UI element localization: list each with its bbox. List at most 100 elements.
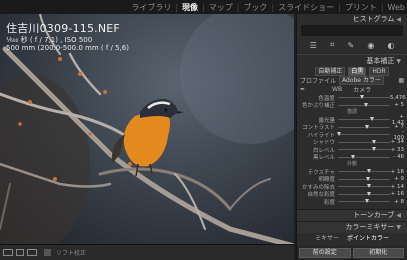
photo-filename: 住吉川0309-115.NEF xyxy=(6,22,120,35)
slider-row[interactable]: 黒レベル - 46 xyxy=(297,154,407,162)
wb-dropdown[interactable]: カメラ xyxy=(353,85,371,94)
reset-button[interactable]: 初期化 xyxy=(352,248,404,258)
slider-track[interactable] xyxy=(337,184,391,189)
slider-track[interactable] xyxy=(337,117,391,122)
slider-track[interactable] xyxy=(337,191,391,196)
slider-track[interactable] xyxy=(337,199,391,204)
slider-label: 黒レベル xyxy=(312,155,335,162)
module-1[interactable]: 現像 xyxy=(182,2,198,13)
mask-icon[interactable]: ◐ xyxy=(387,41,394,50)
basic-header[interactable]: 基本補正 ▼ xyxy=(297,56,407,67)
slider-track[interactable] xyxy=(337,132,391,137)
develop-panel: ヒストグラム ◀ ☰ ⌗ ✎ ◉ ◐ 基本補正 ▼ 自動補正 白黒 HDR プロファ… xyxy=(296,14,407,260)
slider-value[interactable]: + 14 xyxy=(390,184,404,190)
module-6[interactable]: Web xyxy=(388,3,405,12)
expand-triangle-icon: ▼ xyxy=(396,58,401,65)
slider-knob[interactable] xyxy=(366,184,371,189)
slider-knob[interactable] xyxy=(371,139,376,144)
profile-dropdown[interactable]: Adobe カラー xyxy=(339,76,384,85)
basic-title: 基本補正 xyxy=(366,57,395,65)
slider-knob[interactable] xyxy=(367,169,372,174)
slider-knob[interactable] xyxy=(367,191,372,196)
divider xyxy=(297,54,407,55)
color-mixer-title: カラーミキサー xyxy=(345,222,395,231)
slider-track[interactable] xyxy=(337,95,390,100)
slider-track[interactable] xyxy=(337,147,391,152)
slider-track[interactable] xyxy=(337,102,391,107)
tone-curve-title: トーンカーブ xyxy=(353,210,395,219)
module-3[interactable]: ブック xyxy=(243,2,267,13)
yy-compare-button[interactable] xyxy=(16,249,24,256)
redeye-icon[interactable]: ◉ xyxy=(367,41,374,50)
point-color-tab[interactable]: ポイントカラー xyxy=(347,233,389,242)
profile-row: プロファイル Adobe カラー ▦ xyxy=(297,76,407,85)
slider-knob[interactable] xyxy=(365,176,370,181)
slider-track[interactable] xyxy=(337,176,391,181)
slider-knob[interactable] xyxy=(337,132,342,137)
sliders-icon[interactable]: ☰ xyxy=(310,41,317,50)
module-5[interactable]: プリント xyxy=(345,2,377,13)
slider-value[interactable]: + 34 xyxy=(390,139,404,145)
collapse-triangle-icon: ◀ xyxy=(396,211,401,219)
photo-info-overlay: 住吉川0309-115.NEF ⅟₆₀₀ 秒 ( f / 7,1) , ISO … xyxy=(6,20,129,52)
slider-value[interactable]: + 33 xyxy=(390,147,404,153)
softproof-checkbox[interactable] xyxy=(44,249,51,256)
loupe-view-button[interactable] xyxy=(3,249,13,256)
slider-value[interactable]: + 16 xyxy=(390,191,404,197)
histogram-header[interactable]: ヒストグラム ◀ xyxy=(297,14,407,25)
module-separator: | xyxy=(236,2,240,12)
module-4[interactable]: スライドショー xyxy=(278,2,334,13)
slider-knob[interactable] xyxy=(365,124,370,129)
module-2[interactable]: マップ xyxy=(209,2,233,13)
slider-row[interactable]: 彩度 + 8 xyxy=(297,198,407,206)
before-after-button[interactable] xyxy=(27,249,37,256)
slider-value[interactable]: + 16 xyxy=(390,169,404,175)
slider-value[interactable]: + 8 xyxy=(390,199,404,205)
slider-knob[interactable] xyxy=(360,95,365,100)
slider-value[interactable]: + 9 xyxy=(390,176,404,182)
slider-value[interactable]: + 5 xyxy=(390,102,404,108)
hdr-button[interactable]: HDR xyxy=(369,67,389,76)
slider-label: 色かぶり補正 xyxy=(301,103,335,110)
photo-lens: 500 mm (200.0-500.0 mm ( f / 5,6) xyxy=(6,44,129,52)
module-separator: | xyxy=(271,2,275,12)
collapse-triangle-icon: ◀ xyxy=(396,16,401,23)
slider-row[interactable]: 色かぶり補正 + 5 xyxy=(297,102,407,110)
eyedropper-icon[interactable]: ✒ xyxy=(300,86,305,93)
slider-label: 彩度 xyxy=(323,199,335,206)
mixer-tab[interactable]: ミキサー xyxy=(315,233,339,242)
slider-knob[interactable] xyxy=(369,117,374,122)
slider-value[interactable]: - 46 xyxy=(390,154,404,160)
module-separator: | xyxy=(338,2,341,12)
histogram xyxy=(301,25,403,36)
photo-exposure: ⅟₆₀₀ 秒 ( f / 7,1) , ISO 500 xyxy=(6,36,93,44)
slider-knob[interactable] xyxy=(371,147,376,152)
slider-knob[interactable] xyxy=(350,154,355,159)
wb-label: WB xyxy=(332,86,343,93)
slider-track[interactable] xyxy=(337,169,391,174)
profile-label: プロファイル xyxy=(300,78,337,85)
color-mixer-header[interactable]: カラーミキサー ▼ xyxy=(297,220,407,233)
mixer-tabs: ミキサー ポイントカラー xyxy=(297,233,407,242)
module-0[interactable]: ライブラリ xyxy=(131,2,171,13)
tone-curve-header[interactable]: トーンカーブ ◀ xyxy=(297,208,407,221)
slider-knob[interactable] xyxy=(364,102,369,107)
auto-button[interactable]: 自動補正 xyxy=(315,67,346,76)
tool-strip: ☰ ⌗ ✎ ◉ ◐ xyxy=(303,38,401,52)
color-treatment-button[interactable]: 白黒 xyxy=(348,67,367,76)
crop-icon[interactable]: ⌗ xyxy=(330,40,335,50)
slider-value[interactable]: 5,476 xyxy=(390,95,406,101)
panel-button-bar: 前の設定 初期化 xyxy=(297,246,406,260)
previous-settings-button[interactable]: 前の設定 xyxy=(299,248,351,258)
grid-icon[interactable]: ▦ xyxy=(398,77,404,84)
wb-row: ✒ WB カメラ xyxy=(297,85,407,94)
slider-track[interactable] xyxy=(337,139,391,144)
photo-preview[interactable]: 住吉川0309-115.NEF ⅟₆₀₀ 秒 ( f / 7,1) , ISO … xyxy=(0,14,294,244)
histogram-title: ヒストグラム xyxy=(352,15,395,23)
heal-icon[interactable]: ✎ xyxy=(348,41,355,50)
slider-track[interactable] xyxy=(337,154,391,159)
presence-sliders: テクスチャ + 16 明瞭度 + 9 かすみの除去 + 14 自然な彩度 + 16 彩度 + 8 xyxy=(297,168,407,206)
slider-track[interactable] xyxy=(337,124,391,129)
slider-knob[interactable] xyxy=(365,199,370,204)
module-separator: | xyxy=(380,2,384,12)
